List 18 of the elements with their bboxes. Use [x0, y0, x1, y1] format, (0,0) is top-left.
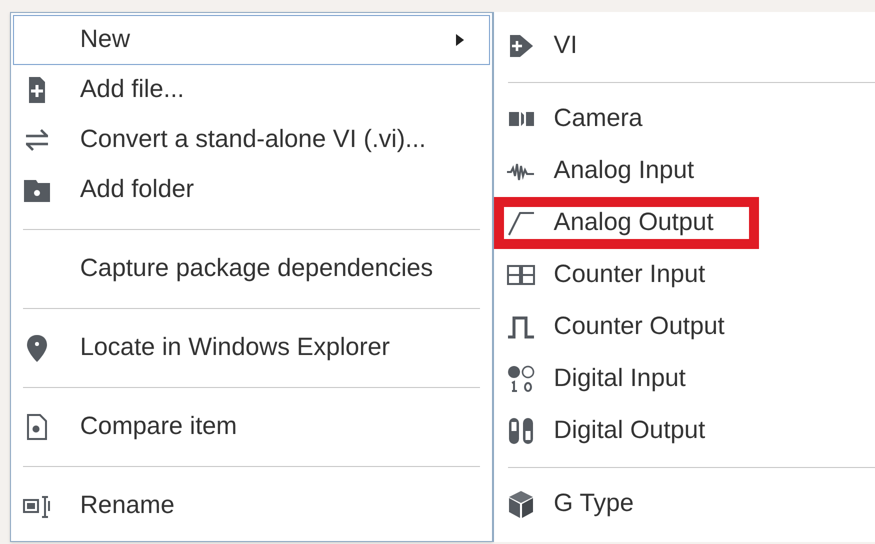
menu-item[interactable]: G Type [506, 478, 642, 530]
menu-item[interactable]: Analog Input [506, 145, 702, 197]
menu-item[interactable]: Add folder [13, 165, 490, 215]
menu-item[interactable]: Counter Output [506, 301, 733, 353]
menu-item[interactable]: Digital Output [506, 405, 714, 457]
menu-item[interactable]: New [13, 15, 490, 65]
digital-input-icon [506, 364, 536, 394]
menu-item[interactable]: Digital Input [506, 353, 694, 405]
menu-item[interactable]: VI [506, 20, 586, 72]
menu-item[interactable]: Analog Output [494, 197, 759, 249]
menu-item[interactable]: Locate in Windows Explorer [13, 323, 490, 373]
menu-item[interactable]: Convert a stand-alone VI (.vi)... [13, 115, 490, 165]
menu-item[interactable]: Add file... [13, 65, 490, 115]
menu-item[interactable]: Compare item [13, 402, 490, 452]
menu-item[interactable]: Camera [506, 93, 651, 145]
menu-item[interactable]: Rename [13, 481, 490, 531]
menu-item[interactable]: Counter Input [506, 249, 714, 301]
menu-item[interactable]: Capture package dependencies [13, 244, 490, 294]
